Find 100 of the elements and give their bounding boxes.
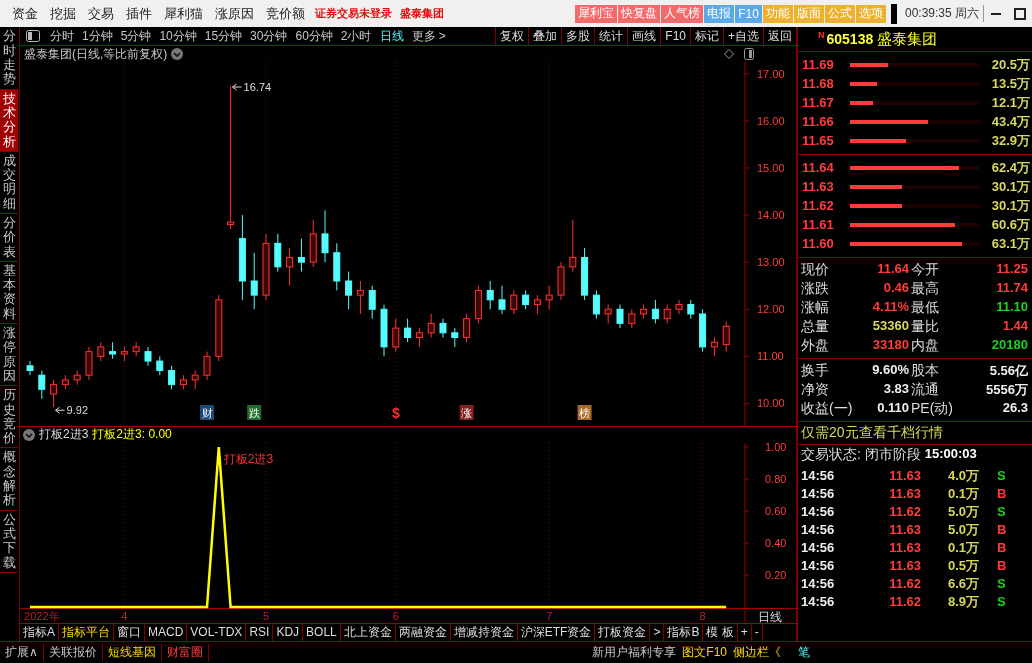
trade-time: 14:56 <box>801 467 836 485</box>
axis-label: 0.40 <box>765 536 787 549</box>
maximize-icon <box>1014 7 1026 20</box>
period-tab[interactable]: 30分钟 <box>246 27 292 45</box>
more-button[interactable]: 更多 > <box>407 27 450 45</box>
menu-item[interactable]: 交易 <box>82 4 120 23</box>
side-tab[interactable]: 涨停原因 <box>0 324 18 387</box>
side-tab[interactable]: 分价表 <box>0 214 18 262</box>
status-link[interactable]: 扩展∧ <box>0 644 44 662</box>
toggle-icon[interactable] <box>744 48 754 61</box>
status-link[interactable]: 新用户福利专享 <box>589 644 680 662</box>
candlestick <box>699 309 707 353</box>
menu-item[interactable]: 涨原因 <box>209 4 260 23</box>
candlestick <box>522 290 530 311</box>
candlestick <box>569 219 577 273</box>
toolbar-button[interactable]: 叠加 <box>528 27 562 46</box>
event-tag[interactable]: 跌 <box>247 405 262 421</box>
menu-item[interactable]: 插件 <box>120 4 158 23</box>
dropdown-icon[interactable] <box>171 48 184 61</box>
status-time: 15:00:03 <box>924 446 977 464</box>
trade-price: 11.62 <box>888 575 921 593</box>
period-tab[interactable]: 日线 <box>375 27 408 45</box>
high-label: 16.74 <box>243 81 272 94</box>
candlestick <box>85 346 93 381</box>
candlestick <box>545 285 553 311</box>
side-tab[interactable]: 基本资料 <box>0 261 18 325</box>
candlestick <box>510 290 518 315</box>
status-link[interactable]: 图文F10 <box>679 644 730 662</box>
candlestick <box>557 262 565 301</box>
candlestick <box>38 370 46 400</box>
stat-label: 最低 <box>911 299 940 318</box>
side-tab[interactable]: 分时走势 <box>0 27 18 90</box>
stock-code: 605138 <box>826 31 874 48</box>
indicator-block <box>890 3 897 24</box>
login-notice[interactable]: 证券交易未登录 <box>311 6 396 22</box>
order-volume: 12.1万 <box>990 93 1031 112</box>
candlestick <box>404 318 412 344</box>
axis-label: 16.00 <box>757 115 785 128</box>
order-volume: 63.1万 <box>990 234 1031 253</box>
axis-label: 14.00 <box>757 209 785 222</box>
stat-label: 量比 <box>911 318 940 337</box>
period-tab[interactable]: 2小时 <box>336 27 376 45</box>
trade-volume: 0.1万 <box>946 485 979 503</box>
event-mark[interactable]: $ <box>391 405 400 422</box>
menu-item[interactable]: 竞价额 <box>260 4 311 23</box>
stat-value: 53360 <box>871 318 910 336</box>
status-link[interactable]: 短线基因 <box>102 644 162 662</box>
detail-tab[interactable]: 笔 <box>784 644 818 662</box>
event-tag[interactable]: 榜 <box>577 405 592 421</box>
candlestick <box>215 295 223 362</box>
stat-label: 换手 <box>801 362 830 381</box>
side-tab[interactable]: 概念解析 <box>0 448 18 511</box>
candlestick <box>26 361 34 377</box>
menu-item[interactable]: 资金 <box>6 4 44 23</box>
toolbar-button[interactable]: 返回 <box>763 27 796 46</box>
period-tab[interactable]: 15分钟 <box>200 27 247 45</box>
toolbar-button[interactable]: 标记 <box>690 27 723 46</box>
candlestick <box>356 280 364 315</box>
status-link[interactable]: 侧边栏《 <box>730 644 784 662</box>
side-tab[interactable]: 技术分析 <box>0 89 18 152</box>
status-link[interactable]: 关联报价 <box>43 644 103 662</box>
trade-price: 11.63 <box>888 467 921 485</box>
event-tag[interactable]: 涨 <box>459 405 474 421</box>
stat-value: 5.56亿 <box>988 362 1029 381</box>
candlestick <box>50 379 58 409</box>
toolbar-button[interactable]: 复权 <box>495 27 529 46</box>
side-tab[interactable]: 公式下载 <box>0 510 18 573</box>
trade-volume: 0.1万 <box>946 539 979 557</box>
side-tab[interactable]: 成交明细 <box>0 151 18 214</box>
stock-name: 盛泰集团 <box>399 6 445 22</box>
period-tab[interactable]: 10分钟 <box>155 27 201 45</box>
stat-label: 外盘 <box>801 337 830 356</box>
dropdown-icon[interactable] <box>23 428 35 441</box>
stat-value: 0.46 <box>882 280 910 298</box>
period-tab[interactable]: 60分钟 <box>291 27 337 45</box>
order-price: 11.61 <box>802 217 835 233</box>
candlestick <box>203 351 211 381</box>
panel-toggle-icon[interactable] <box>26 30 40 43</box>
promo-link[interactable]: 仅需20元查看千档行情 <box>798 422 1032 446</box>
trade-side: S <box>996 593 1007 611</box>
menu-item[interactable]: 犀利猫 <box>158 4 209 23</box>
toolbar-button[interactable]: 画线 <box>627 27 661 46</box>
toolbar-button[interactable]: F10 <box>660 27 690 46</box>
toolbar-button[interactable]: 多股 <box>561 27 595 46</box>
event-tag[interactable]: 财 <box>200 405 214 421</box>
period-tab[interactable]: 分时 <box>46 27 78 45</box>
candlestick <box>498 285 506 315</box>
order-price: 11.62 <box>802 198 835 214</box>
candlestick <box>144 346 152 367</box>
toolbar-button[interactable]: 统计 <box>594 27 628 46</box>
menu-item[interactable]: 挖掘 <box>44 4 82 23</box>
period-tab[interactable]: 5分钟 <box>116 27 156 45</box>
trade-side: B <box>996 539 1008 557</box>
period-tab[interactable]: 1分钟 <box>78 27 117 45</box>
trade-price: 11.62 <box>888 503 921 521</box>
toolbar-button[interactable]: +自选 <box>723 27 763 46</box>
side-tab[interactable]: 历史竞价 <box>0 386 18 449</box>
stat-value: 11.10 <box>995 299 1029 317</box>
order-volume: 30.1万 <box>990 196 1031 215</box>
status-link[interactable]: 财富圈 <box>161 644 209 662</box>
